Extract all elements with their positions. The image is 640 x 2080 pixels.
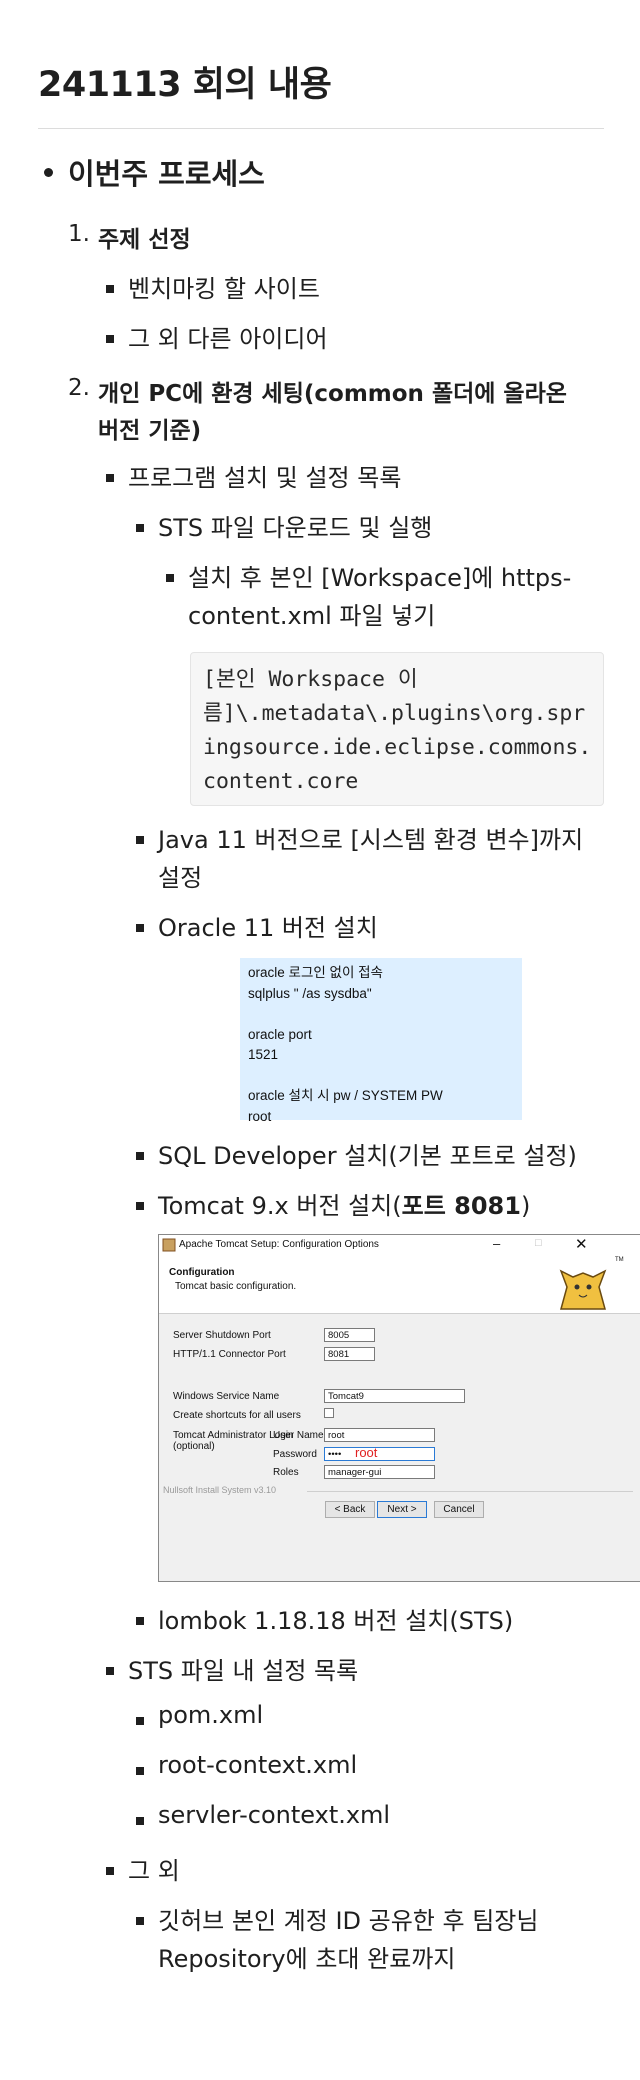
http-port-input: 8081 xyxy=(324,1347,375,1361)
bullet-square xyxy=(166,574,174,582)
roles-input: manager-gui xyxy=(324,1465,435,1479)
code-line: [본인 Workspace 이 xyxy=(203,667,418,692)
code-line: ingsource.ide.eclipse.commons. xyxy=(203,735,592,760)
bullet-square xyxy=(136,836,144,844)
installer-footer: Nullsoft Install System v3.10 xyxy=(163,1485,277,1495)
shutdown-port-label: Server Shutdown Port xyxy=(173,1330,271,1341)
tomcat-port-bold: 포트 8081 xyxy=(401,1192,521,1220)
next-button: Next > xyxy=(377,1501,427,1518)
list-item: Tomcat 9.x 버전 설치(포트 8081) xyxy=(158,1186,530,1221)
note-line: oracle 로그인 없이 접속 xyxy=(248,965,383,980)
dialog-header: Configuration Tomcat basic configuration… xyxy=(159,1255,640,1314)
service-name-input: Tomcat9 xyxy=(324,1389,465,1403)
list-item: 그 외 다른 아이디어 xyxy=(128,325,328,353)
password-label: Password xyxy=(273,1449,317,1460)
roles-label: Roles xyxy=(273,1467,299,1478)
shortcuts-checkbox xyxy=(324,1408,334,1418)
bullet-square xyxy=(136,1917,144,1925)
username-label: User Name xyxy=(273,1430,324,1441)
bullet-square xyxy=(136,524,144,532)
bullet-square xyxy=(136,1152,144,1160)
note-line: 1521 xyxy=(248,1047,279,1062)
oracle-note-image: oracle 로그인 없이 접속 sqlplus " /as sysdba" o… xyxy=(240,958,522,1124)
minimize-icon: – xyxy=(493,1236,501,1251)
maximize-icon: □ xyxy=(535,1237,542,1249)
password-annotation: root xyxy=(355,1445,378,1460)
list-item: root-context.xml xyxy=(158,1751,358,1779)
bullet-square xyxy=(106,1667,114,1675)
tomcat-label-text: Tomcat 9.x 버전 설치( xyxy=(158,1192,402,1220)
list-item: Oracle 11 버전 설치 xyxy=(158,914,378,942)
close-icon: ✕ xyxy=(575,1236,588,1253)
list-item-continued: content.xml 파일 넣기 xyxy=(188,602,436,630)
section-heading: 이번주 프로세스 xyxy=(68,157,265,191)
password-input: •••• xyxy=(324,1447,435,1461)
item-title-env-line1: 개인 PC에 환경 세팅(common 폴더에 올라온 xyxy=(98,381,567,407)
list-item: STS 파일 내 설정 목록 xyxy=(128,1657,359,1685)
code-line: content.core xyxy=(203,769,359,794)
admin-login-sub: (optional) xyxy=(173,1441,215,1452)
list-item-continued: 설정 xyxy=(158,864,203,892)
list-item: pom.xml xyxy=(158,1701,264,1729)
note-line: oracle 설치 시 pw / SYSTEM PW xyxy=(248,1088,443,1103)
bullet-square xyxy=(136,1617,144,1625)
service-name-label: Windows Service Name xyxy=(173,1391,280,1402)
shutdown-port-input: 8005 xyxy=(324,1328,375,1342)
bullet-square xyxy=(106,285,114,293)
tomcat-setup-screenshot: Apache Tomcat Setup: Configuration Optio… xyxy=(158,1234,640,1582)
bullet-square xyxy=(136,1817,144,1825)
tomcat-label-suffix: ) xyxy=(520,1192,531,1220)
item-title-topic: 주제 선정 xyxy=(98,227,191,253)
note-line: root xyxy=(248,1108,272,1124)
list-number: 2. xyxy=(68,375,90,401)
list-number: 1. xyxy=(68,221,90,247)
bullet-square xyxy=(136,924,144,932)
item-title-env-line2: 버전 기준) xyxy=(98,418,202,444)
note-line: sqlplus " /as sysdba" xyxy=(248,985,372,1001)
title-divider xyxy=(38,128,604,129)
bullet-disc xyxy=(44,168,53,177)
trademark: TM xyxy=(615,1257,624,1263)
shortcuts-label: Create shortcuts for all users xyxy=(173,1410,301,1421)
window-title: Apache Tomcat Setup: Configuration Optio… xyxy=(179,1239,379,1250)
list-item: Java 11 버전으로 [시스템 환경 변수]까지 xyxy=(158,826,584,854)
note-line xyxy=(248,1066,514,1087)
bullet-square xyxy=(136,1717,144,1725)
back-button: < Back xyxy=(325,1501,375,1518)
http-port-label: HTTP/1.1 Connector Port xyxy=(173,1349,286,1360)
bullet-square xyxy=(106,335,114,343)
list-item: STS 파일 다운로드 및 실행 xyxy=(158,514,433,542)
header-subtitle: Tomcat basic configuration. xyxy=(175,1281,297,1292)
code-block: [본인 Workspace 이 름]\.metadata\.plugins\or… xyxy=(190,652,604,806)
note-line: oracle port xyxy=(248,1026,312,1042)
bullet-square xyxy=(106,474,114,482)
app-icon xyxy=(162,1238,176,1252)
list-item: 깃허브 본인 계정 ID 공유한 후 팀장님 xyxy=(158,1907,539,1935)
bullet-square xyxy=(136,1767,144,1775)
note-line xyxy=(248,1004,514,1025)
list-item: lombok 1.18.18 버전 설치(STS) xyxy=(158,1607,514,1635)
list-item-continued: Repository에 초대 완료까지 xyxy=(158,1945,456,1973)
code-line: 름]\.metadata\.plugins\org.spr xyxy=(203,701,586,726)
list-item: SQL Developer 설치(기본 포트로 설정) xyxy=(158,1142,577,1170)
list-item: 설치 후 본인 [Workspace]에 https- xyxy=(188,564,572,592)
window-titlebar: Apache Tomcat Setup: Configuration Optio… xyxy=(159,1235,640,1255)
list-item: 벤치마킹 할 사이트 xyxy=(128,275,320,303)
header-title: Configuration xyxy=(169,1267,235,1278)
bullet-square xyxy=(136,1202,144,1210)
bullet-square xyxy=(106,1867,114,1875)
list-item: 그 외 xyxy=(128,1857,180,1885)
cancel-button: Cancel xyxy=(434,1501,484,1518)
username-input: root xyxy=(324,1428,435,1442)
page-title: 241113 회의 내용 xyxy=(38,65,332,105)
footer-divider xyxy=(307,1491,633,1492)
tomcat-logo-icon xyxy=(559,1269,607,1310)
list-item: 프로그램 설치 및 설정 목록 xyxy=(128,464,402,492)
list-item: servler-context.xml xyxy=(158,1801,391,1829)
